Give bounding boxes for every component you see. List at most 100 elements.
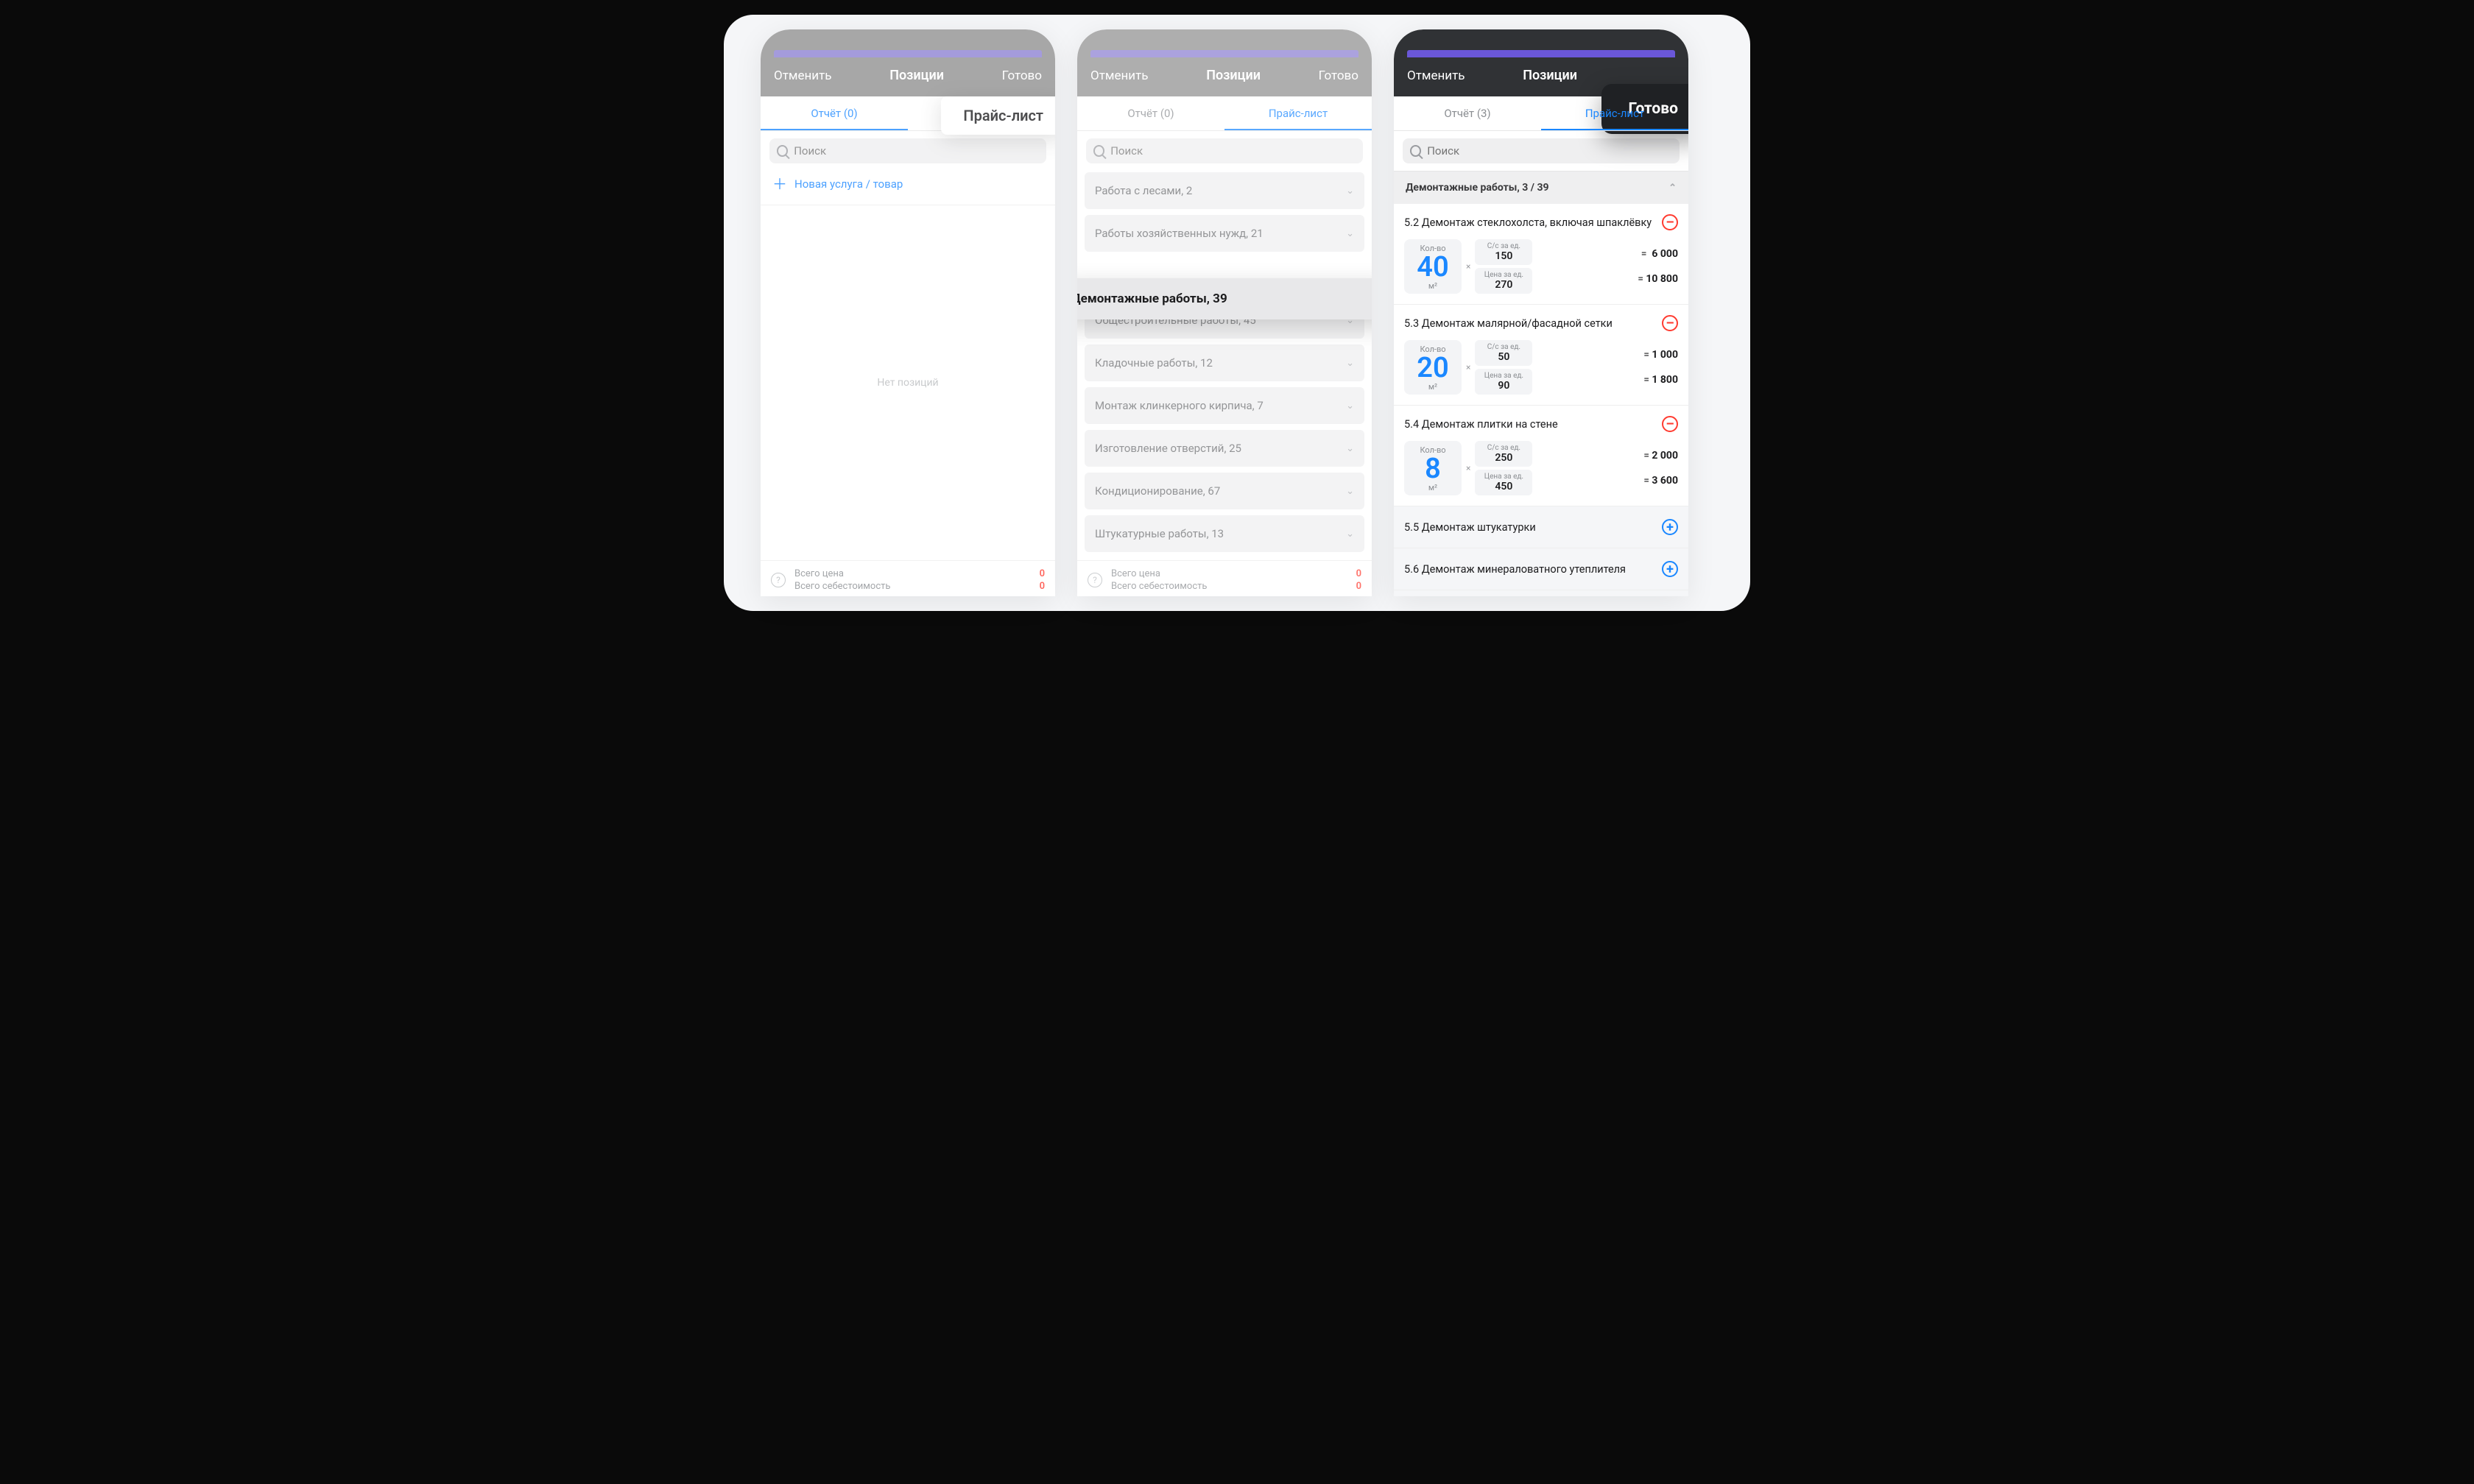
app-canvas: Отменить Позиции Готово Отчёт (0) Прайс-…: [724, 15, 1750, 611]
search-field[interactable]: [1403, 138, 1680, 163]
phone-top-bar: Отменить Позиции Готово: [1077, 29, 1372, 96]
item-title: 5.6 Демонтаж минераловатного утеплителя: [1404, 563, 1626, 576]
progress-bar: [1090, 50, 1358, 57]
phone-screen-2: Отменить Позиции Готово Отчёт (0) Прайс-…: [1077, 29, 1372, 596]
chevron-up-icon: ⌃: [1668, 183, 1677, 194]
qty-value: 40: [1407, 253, 1459, 281]
search-input[interactable]: [1427, 144, 1672, 158]
category-row[interactable]: Работы хозяйственных нужд, 21⌄: [1085, 215, 1364, 252]
price-box[interactable]: Цена за ед.90: [1475, 369, 1532, 395]
quantity-box[interactable]: Кол-во 20 м²: [1404, 340, 1462, 395]
category-label: Работа с лесами, 2: [1095, 184, 1192, 197]
category-label: Кондиционирование, 67: [1095, 484, 1220, 498]
pricelist-highlight: Прайс-лист: [941, 96, 1055, 135]
category-highlight[interactable]: Демонтажные работы, 39 ⌄: [1077, 278, 1372, 319]
category-row[interactable]: Кладочные работы, 12⌄: [1085, 344, 1364, 381]
totals-column: = 2 000 = 3 600: [1643, 450, 1678, 487]
help-icon[interactable]: ?: [771, 573, 786, 587]
cost-box[interactable]: С/с за ед.250: [1475, 441, 1532, 467]
multiply-icon: ×: [1463, 463, 1473, 473]
category-header-expanded[interactable]: Демонтажные работы, 3 / 39 ⌃: [1394, 171, 1688, 204]
plus-icon: ＋: [772, 177, 787, 191]
help-icon[interactable]: ?: [1088, 573, 1102, 587]
price-label: Цена за ед.: [1482, 372, 1525, 380]
remove-item-button[interactable]: –: [1662, 214, 1678, 230]
category-header-label: Демонтажные работы, 3 / 39: [1406, 182, 1549, 194]
cost-box[interactable]: С/с за ед.50: [1475, 340, 1532, 366]
totals-footer: ? Всего цена0 Всего себестоимость0: [1077, 560, 1372, 596]
tab-pricelist[interactable]: Прайс-лист: [1224, 96, 1372, 130]
totals-column: = 6 000 = 10 800: [1638, 248, 1678, 285]
chevron-down-icon: ⌄: [1346, 529, 1354, 540]
category-highlight-label: Демонтажные работы, 39: [1077, 292, 1227, 306]
item-title: 5.4 Демонтаж плитки на стене: [1404, 418, 1558, 431]
category-label: Штукатурные работы, 13: [1095, 527, 1224, 540]
progress-bar: [1407, 50, 1675, 57]
total-price-value: 0: [1040, 568, 1045, 579]
new-item-button[interactable]: ＋ Новая услуга / товар: [761, 163, 1055, 205]
tab-bar: Отчёт (0) Прайс-лист Прайс-лист: [761, 96, 1055, 131]
total-price-label: Всего цена: [794, 568, 844, 579]
item-title: 5.5 Демонтаж штукатурки: [1404, 521, 1536, 534]
total-cost-label: Всего себестоимость: [1111, 581, 1207, 592]
tab-pricelist[interactable]: Прайс-лист: [1541, 96, 1688, 130]
tab-report[interactable]: Отчёт (0): [1077, 96, 1224, 130]
quantity-box[interactable]: Кол-во 8 м²: [1404, 441, 1462, 495]
search-field[interactable]: [1086, 138, 1363, 163]
add-item-button[interactable]: +: [1662, 561, 1678, 577]
qty-unit: м²: [1407, 281, 1459, 291]
cancel-button[interactable]: Отменить: [774, 68, 832, 83]
phone-screen-3: Отменить Позиции Готово Готово Отчёт (3)…: [1394, 29, 1688, 596]
remove-item-button[interactable]: –: [1662, 315, 1678, 331]
done-button[interactable]: Готово: [1002, 68, 1042, 83]
price-box[interactable]: Цена за ед.270: [1475, 268, 1532, 294]
new-item-label: Новая услуга / товар: [794, 177, 903, 191]
category-list: Работа с лесами, 2 ⌄ Работы хозяйственных…: [1077, 163, 1372, 552]
total-cost-label: Всего себестоимость: [794, 581, 890, 592]
item-title: 5.2 Демонтаж стеклохолста, включая шпакл…: [1404, 216, 1652, 229]
item-title: 5.3 Демонтаж малярной/фасадной сетки: [1404, 317, 1613, 330]
nav-title: Позиции: [1206, 68, 1261, 83]
price-value: 270: [1482, 279, 1525, 291]
category-label: Изготовление отверстий, 25: [1095, 442, 1241, 455]
line-cost-total: 2 000: [1652, 450, 1678, 462]
qty-unit: м²: [1407, 382, 1459, 392]
search-input[interactable]: [1110, 144, 1356, 158]
chevron-down-icon: ⌄: [1346, 443, 1354, 454]
category-row[interactable]: Монтаж клинкерного кирпича, 7⌄: [1085, 387, 1364, 424]
line-price-total: 10 800: [1646, 273, 1678, 285]
cancel-button[interactable]: Отменить: [1090, 68, 1149, 83]
phone-screen-1: Отменить Позиции Готово Отчёт (0) Прайс-…: [761, 29, 1055, 596]
search-icon: [1410, 145, 1421, 157]
progress-bar: [774, 50, 1042, 57]
category-row[interactable]: Штукатурные работы, 13 ⌄: [1085, 515, 1364, 552]
cost-label: С/с за ед.: [1482, 444, 1525, 452]
price-item-unadded: 6.1 Демонтаж каркаса гипсокартона+: [1394, 590, 1688, 596]
price-box[interactable]: Цена за ед.450: [1475, 470, 1532, 495]
category-row[interactable]: Изготовление отверстий, 25 ⌄: [1085, 430, 1364, 467]
price-label: Цена за ед.: [1482, 473, 1525, 481]
category-row[interactable]: Работа с лесами, 2 ⌄: [1085, 172, 1364, 209]
chevron-down-icon: ⌄: [1346, 186, 1354, 197]
line-price-total: 3 600: [1652, 475, 1678, 487]
totals-footer: ? Всего цена 0 Всего себестоимость 0: [761, 560, 1055, 596]
line-cost-total: 6 000: [1652, 248, 1678, 260]
remove-item-button[interactable]: –: [1662, 416, 1678, 432]
tab-bar: Отчёт (3) Прайс-лист: [1394, 96, 1688, 131]
add-item-button[interactable]: +: [1662, 519, 1678, 535]
cost-box[interactable]: С/с за ед.150: [1475, 239, 1532, 265]
tab-report[interactable]: Отчёт (0): [761, 96, 908, 130]
quantity-box[interactable]: Кол-во 40 м²: [1404, 239, 1462, 294]
search-icon: [1093, 145, 1104, 157]
tab-report[interactable]: Отчёт (3): [1394, 96, 1541, 130]
nav-bar: Отменить Позиции Готово: [761, 57, 1055, 96]
price-item: 5.2 Демонтаж стеклохолста, включая шпакл…: [1394, 204, 1688, 305]
done-button[interactable]: Готово: [1319, 68, 1358, 83]
search-input[interactable]: [794, 144, 1039, 158]
category-label: Монтаж клинкерного кирпича, 7: [1095, 399, 1264, 412]
empty-state: Нет позиций: [761, 205, 1055, 560]
search-field[interactable]: [769, 138, 1046, 163]
total-cost-value: 0: [1040, 581, 1045, 592]
category-row[interactable]: Кондиционирование, 67⌄: [1085, 473, 1364, 509]
cancel-button[interactable]: Отменить: [1407, 68, 1465, 83]
